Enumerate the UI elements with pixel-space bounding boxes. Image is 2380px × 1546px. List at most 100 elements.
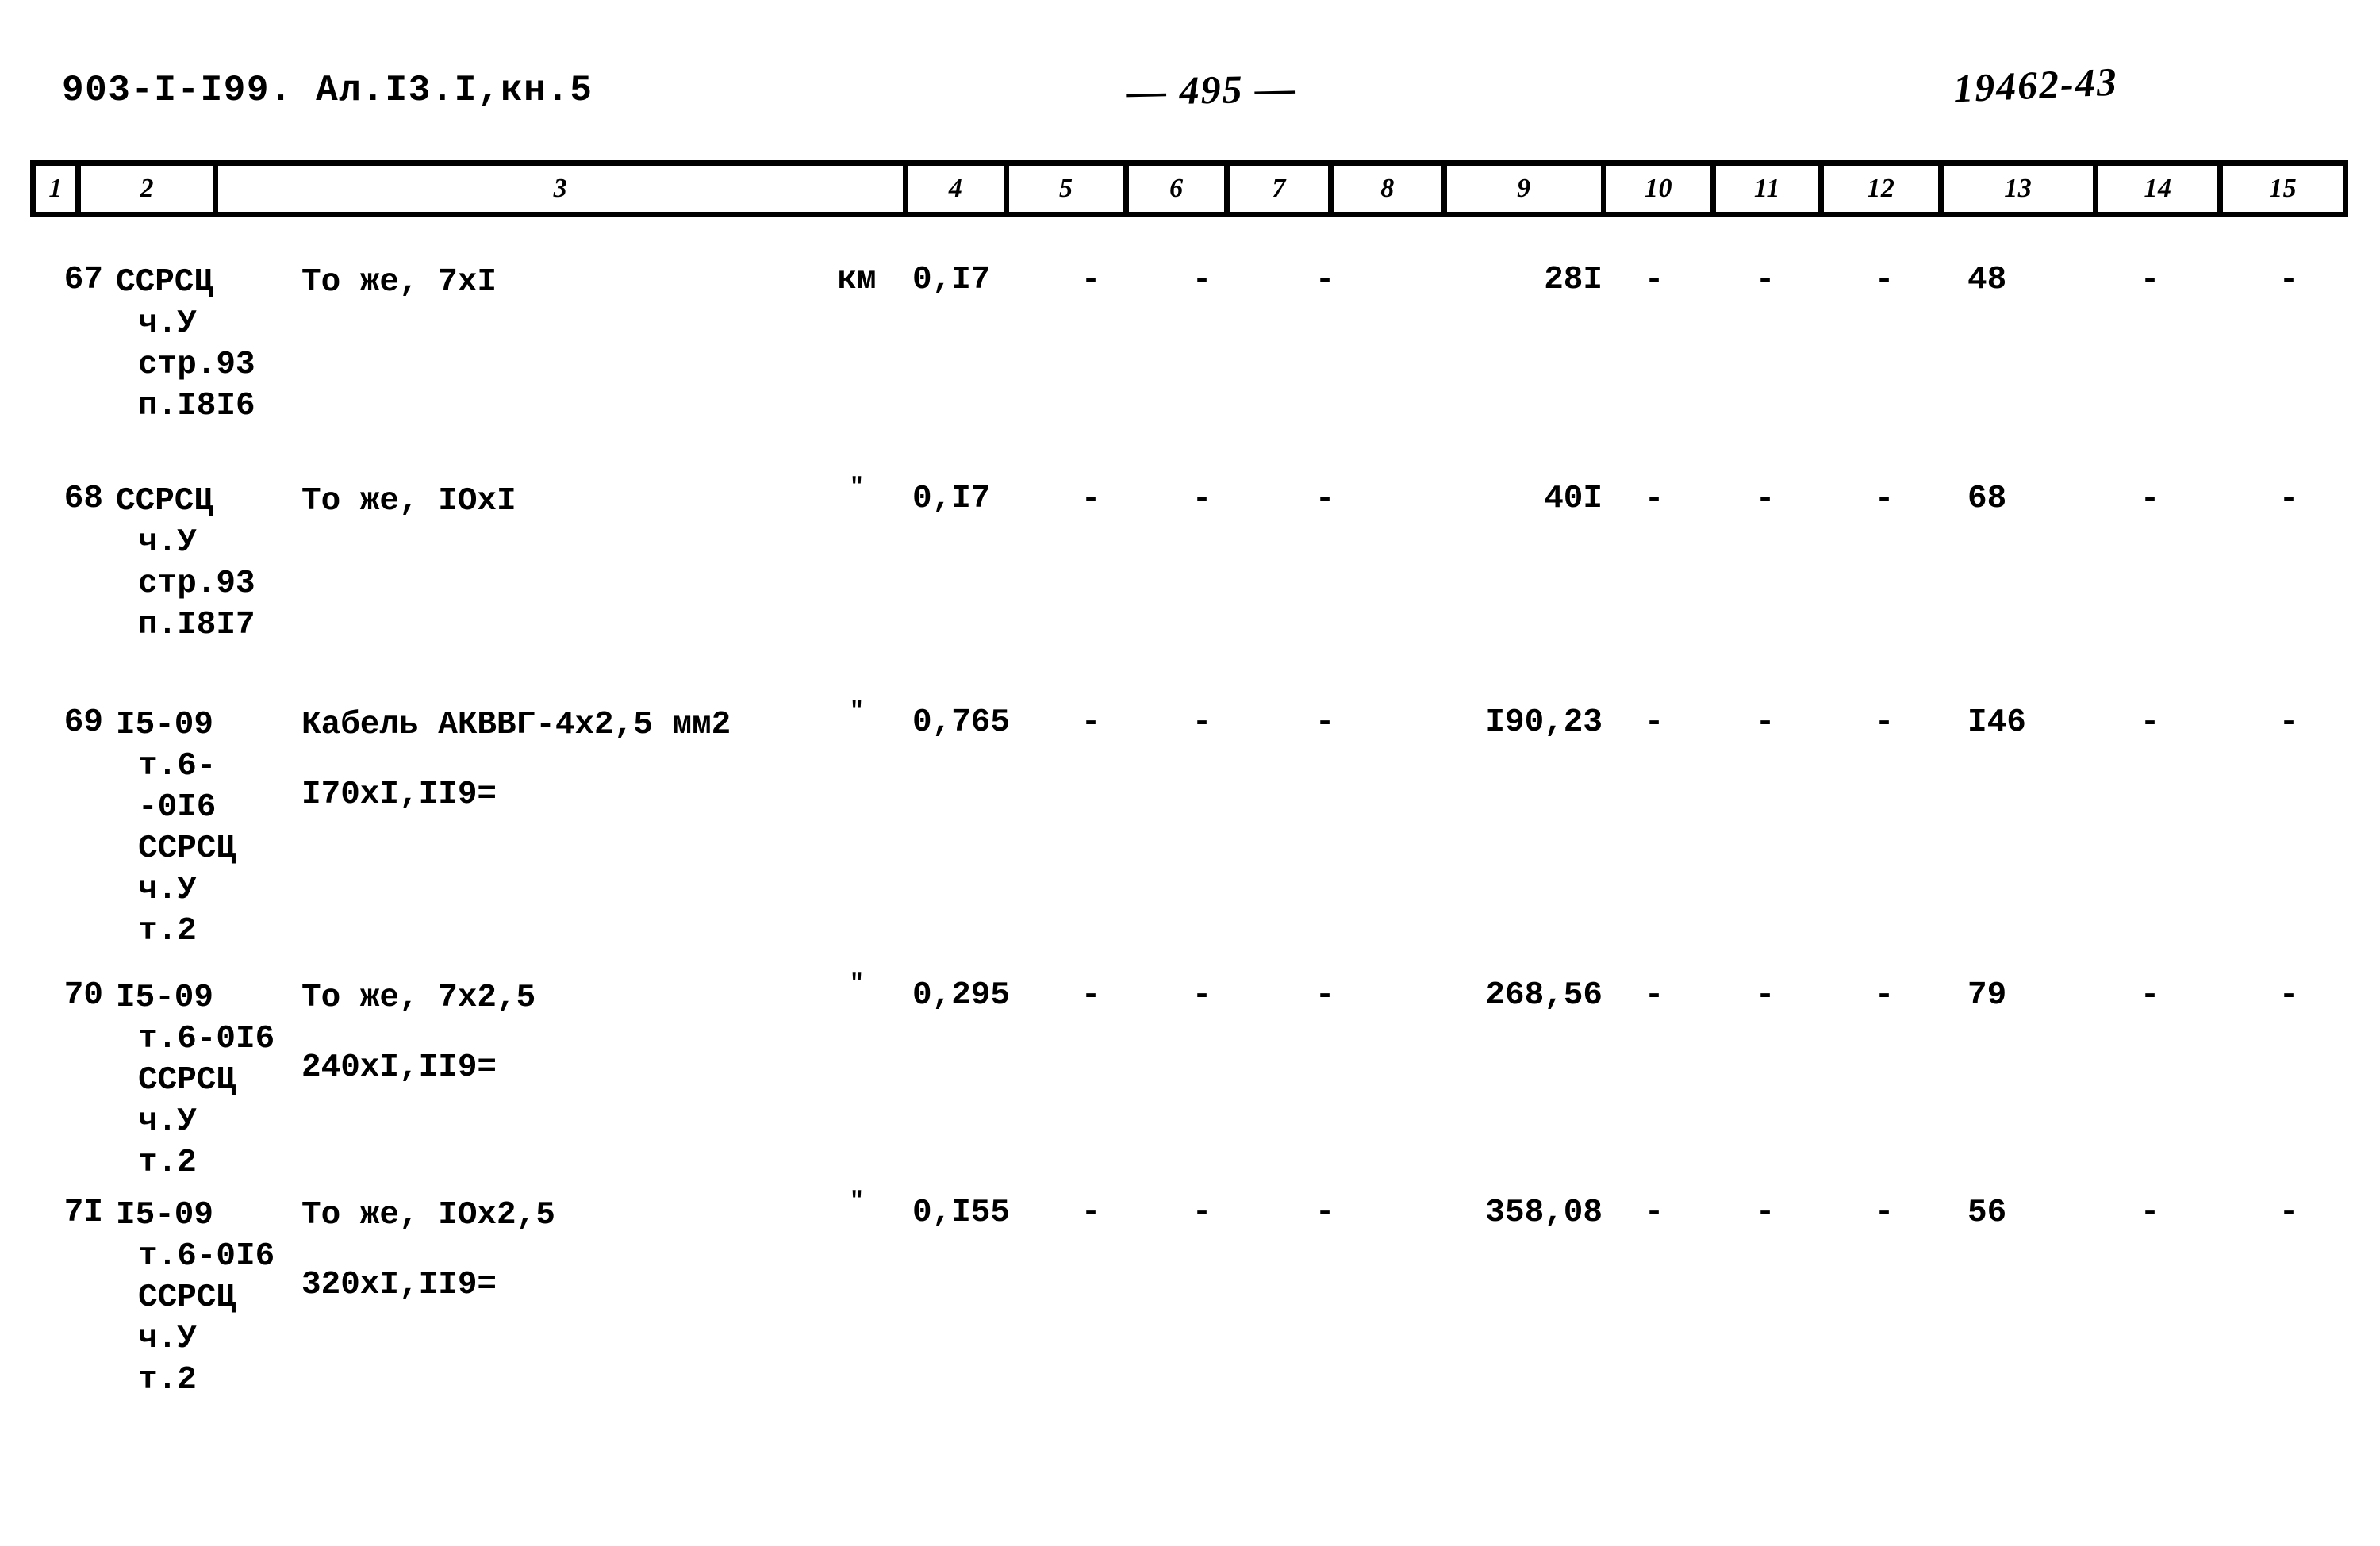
row-col13-value: 68 bbox=[1967, 481, 2007, 517]
code-line: I5-09 bbox=[116, 1197, 214, 1233]
table-row: 69 I5-09 т.6- -0I6 ССРСЦ ч.У т.2 Кабель АКВВГ-4… bbox=[0, 698, 2380, 949]
row-col9-total: I90,23 bbox=[1485, 704, 1603, 741]
table-row: 70 I5-09 т.6-0I6 ССРСЦ ч.У т.2 То же, 7х2,5 240… bbox=[0, 971, 2380, 1181]
row-col6-value: - bbox=[1081, 977, 1101, 1014]
table-column-number-header: 1 2 3 4 5 6 7 8 9 10 11 12 13 14 15 bbox=[30, 160, 2348, 217]
code-line: п.I8I7 bbox=[138, 607, 255, 643]
row-description: То же, IОхI bbox=[301, 481, 809, 522]
row-col10-value: - bbox=[1644, 1195, 1664, 1231]
row-description: То же, IОх2,5 320хI,II9= bbox=[301, 1195, 809, 1306]
code-line: т.2 bbox=[138, 1362, 197, 1398]
row-col11-value: - bbox=[1755, 704, 1775, 741]
row-col9-total: 358,08 bbox=[1485, 1195, 1603, 1231]
row-col12-value: - bbox=[1874, 262, 1894, 298]
description-line: Кабель АКВВГ-4х2,5 мм2 bbox=[301, 707, 731, 743]
description-line: То же, 7хI bbox=[301, 264, 497, 301]
code-line: т.2 bbox=[138, 913, 197, 949]
column-number-9: 9 bbox=[1447, 166, 1606, 212]
row-col6-value: - bbox=[1081, 704, 1101, 741]
row-col10-value: - bbox=[1644, 262, 1664, 298]
code-line: ССРСЦ bbox=[138, 1062, 236, 1099]
row-col14-value: - bbox=[2140, 262, 2160, 298]
description-line: I70хI,II9= bbox=[301, 777, 497, 813]
row-col9-total: 268,56 bbox=[1485, 977, 1603, 1014]
row-ordinal: 67 bbox=[63, 262, 103, 298]
row-col9-total: 40I bbox=[1544, 481, 1603, 517]
row-quantity: 0,I55 bbox=[912, 1195, 1011, 1231]
column-number-15: 15 bbox=[2269, 174, 2297, 203]
column-number-2: 2 bbox=[81, 166, 219, 212]
code-line: ч.У bbox=[138, 305, 197, 342]
row-unit: " bbox=[849, 698, 864, 725]
row-ordinal: 7I bbox=[63, 1195, 103, 1231]
column-number-8: 8 bbox=[1334, 166, 1447, 212]
code-line: ССРСЦ bbox=[116, 264, 214, 301]
column-number-11: 11 bbox=[1716, 166, 1824, 212]
row-col15-value: - bbox=[2278, 704, 2299, 741]
row-col7-value: - bbox=[1192, 481, 1212, 517]
code-line: ч.У bbox=[138, 1321, 197, 1357]
row-ordinal: 69 bbox=[63, 704, 103, 741]
row-col12-value: - bbox=[1874, 481, 1894, 517]
row-col14-value: - bbox=[2140, 704, 2160, 741]
row-quantity: 0,295 bbox=[912, 977, 1011, 1014]
code-line: I5-09 bbox=[116, 980, 214, 1016]
code-line: -0I6 bbox=[138, 789, 217, 826]
row-code-block: ССРСЦ ч.У стр.93 п.I8I7 bbox=[116, 481, 314, 646]
row-quantity: 0,I7 bbox=[912, 481, 991, 517]
row-col12-value: - bbox=[1874, 704, 1894, 741]
description-line: 320хI,II9= bbox=[301, 1267, 497, 1303]
row-col13-value: 79 bbox=[1967, 977, 2007, 1014]
row-col8-value: - bbox=[1315, 704, 1335, 741]
row-col14-value: - bbox=[2140, 481, 2160, 517]
code-line: т.6-0I6 bbox=[138, 1238, 275, 1275]
row-col7-value: - bbox=[1192, 1195, 1212, 1231]
row-code-block: ССРСЦ ч.У стр.93 п.I8I6 bbox=[116, 262, 314, 427]
table-row: 7I I5-09 т.6-0I6 ССРСЦ ч.У т.2 То же, IОх2,5 32… bbox=[0, 1188, 2380, 1398]
row-col13-value: 48 bbox=[1967, 262, 2007, 298]
row-ordinal: 70 bbox=[63, 977, 103, 1014]
row-col15-value: - bbox=[2278, 977, 2299, 1014]
code-line: стр.93 bbox=[138, 566, 255, 602]
row-col10-value: - bbox=[1644, 481, 1664, 517]
row-unit: " bbox=[849, 1188, 864, 1215]
code-line: ч.У bbox=[138, 872, 197, 908]
description-line: То же, 7х2,5 bbox=[301, 980, 536, 1016]
description-line: 240хI,II9= bbox=[301, 1049, 497, 1086]
code-line: ССРСЦ bbox=[116, 483, 214, 520]
row-unit: " bbox=[849, 971, 864, 998]
column-number-14: 14 bbox=[2098, 166, 2224, 212]
code-line: ч.У bbox=[138, 524, 197, 561]
row-col12-value: - bbox=[1874, 1195, 1894, 1231]
row-col6-value: - bbox=[1081, 1195, 1101, 1231]
row-col8-value: - bbox=[1315, 1195, 1335, 1231]
row-description: То же, 7хI bbox=[301, 262, 809, 303]
row-code-block: I5-09 т.6-0I6 ССРСЦ ч.У т.2 bbox=[116, 1195, 314, 1401]
row-quantity: 0,765 bbox=[912, 704, 1011, 741]
row-col13-value: 56 bbox=[1967, 1195, 2007, 1231]
row-ordinal: 68 bbox=[63, 481, 103, 517]
row-col10-value: - bbox=[1644, 704, 1664, 741]
column-number-3: 3 bbox=[218, 166, 908, 212]
column-number-7: 7 bbox=[1230, 166, 1334, 212]
row-code-block: I5-09 т.6-0I6 ССРСЦ ч.У т.2 bbox=[116, 977, 314, 1183]
column-number-5: 5 bbox=[1009, 166, 1129, 212]
row-col14-value: - bbox=[2140, 977, 2160, 1014]
row-description: Кабель АКВВГ-4х2,5 мм2 I70хI,II9= bbox=[301, 704, 809, 815]
row-col13-value: I46 bbox=[1967, 704, 2026, 741]
table-row: 68 ССРСЦ ч.У стр.93 п.I8I7 То же, IОхI " 0,I7 - -… bbox=[0, 474, 2380, 643]
row-col9-total: 28I bbox=[1544, 262, 1603, 298]
row-col15-value: - bbox=[2278, 1195, 2299, 1231]
archive-stamp-number: 19462-43 bbox=[1952, 59, 2119, 111]
row-col11-value: - bbox=[1755, 262, 1775, 298]
column-number-4: 4 bbox=[908, 166, 1009, 212]
code-line: п.I8I6 bbox=[138, 388, 255, 424]
code-line: ССРСЦ bbox=[138, 831, 236, 867]
code-line: стр.93 bbox=[138, 347, 255, 383]
column-number-13: 13 bbox=[1944, 166, 2098, 212]
row-col7-value: - bbox=[1192, 262, 1212, 298]
code-line: т.6- bbox=[138, 748, 217, 785]
row-col7-value: - bbox=[1192, 704, 1212, 741]
row-description: То же, 7х2,5 240хI,II9= bbox=[301, 977, 809, 1088]
row-col6-value: - bbox=[1081, 481, 1101, 517]
